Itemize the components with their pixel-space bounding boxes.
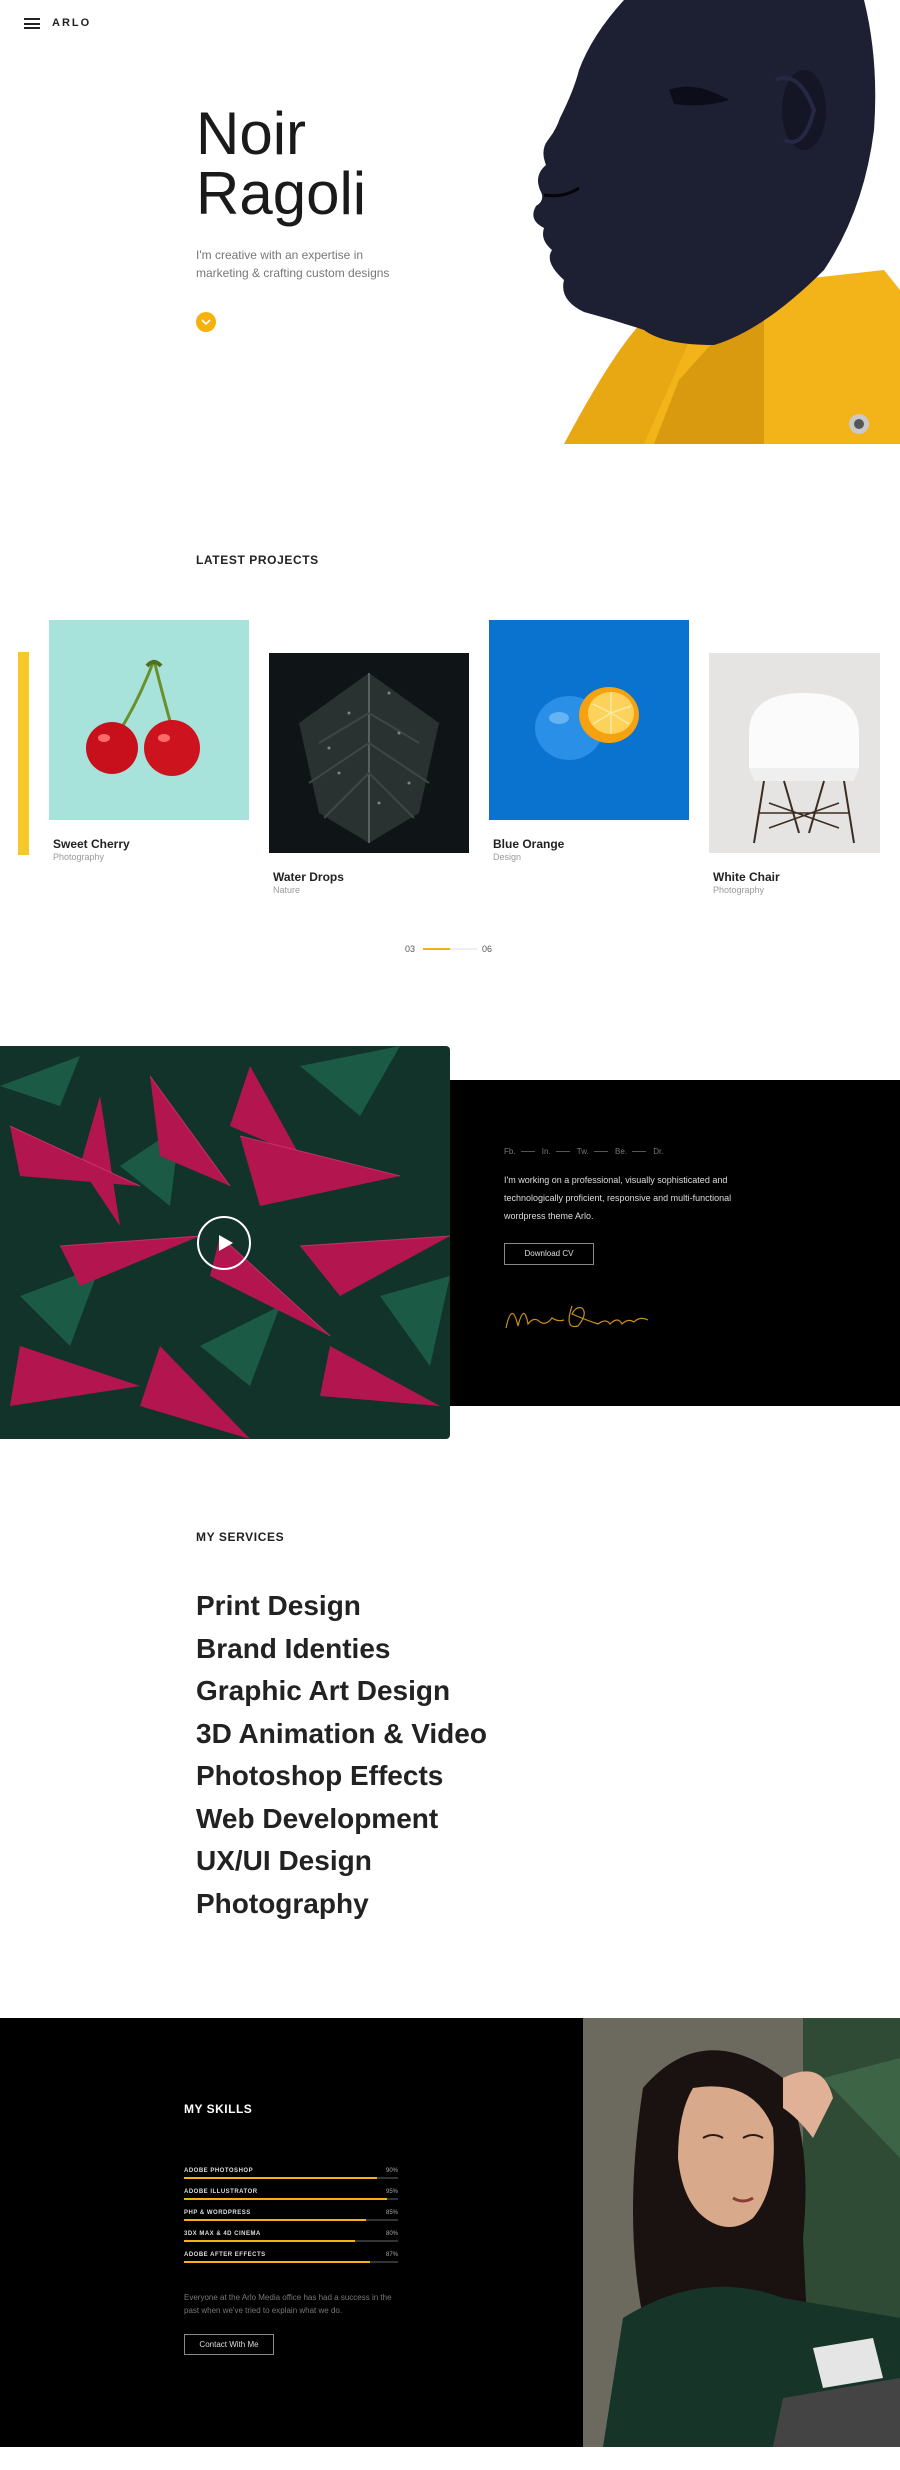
social-link-twitter[interactable]: Tw. bbox=[577, 1147, 589, 1156]
service-item-photography[interactable]: Photography bbox=[196, 1883, 487, 1926]
project-title[interactable]: Sweet Cherry bbox=[53, 837, 130, 851]
skill-row-photoshop: ADOBE PHOTOSHOP 90% bbox=[184, 2168, 398, 2180]
scroll-down-button[interactable] bbox=[196, 312, 216, 332]
project-image-blue-orange[interactable] bbox=[489, 620, 689, 820]
skill-row-3dx-max: 3DX MAX & 4D CINEMA 80% bbox=[184, 2231, 398, 2243]
service-item-print-design[interactable]: Print Design bbox=[196, 1585, 487, 1628]
skill-bar-fill bbox=[184, 2198, 388, 2200]
service-item-graphic-art-design[interactable]: Graphic Art Design bbox=[196, 1670, 487, 1713]
project-image-water-drops[interactable] bbox=[269, 653, 469, 853]
skill-bar-fill bbox=[184, 2177, 377, 2179]
project-category: Design bbox=[493, 852, 522, 862]
pager-progress bbox=[423, 948, 450, 950]
hero-portrait-image bbox=[533, 0, 900, 444]
project-category: Photography bbox=[53, 852, 105, 862]
skills-portrait-image bbox=[583, 2018, 900, 2447]
hero-description: I'm creative with an expertise in market… bbox=[196, 248, 390, 280]
project-title[interactable]: White Chair bbox=[713, 870, 780, 884]
social-link-dribbble[interactable]: Dr. bbox=[653, 1147, 663, 1156]
social-link-facebook[interactable]: Fb. bbox=[504, 1147, 516, 1156]
download-cv-button[interactable]: Download CV bbox=[504, 1243, 594, 1265]
project-title[interactable]: Blue Orange bbox=[493, 837, 564, 851]
project-image-white-chair[interactable] bbox=[709, 653, 880, 853]
contact-with-me-button[interactable]: Contact With Me bbox=[184, 2334, 274, 2355]
skill-row-illustrator: ADOBE ILLUSTRATOR 95% bbox=[184, 2189, 398, 2201]
skill-name: 3DX MAX & 4D CINEMA bbox=[184, 2231, 261, 2237]
service-item-3d-animation-video[interactable]: 3D Animation & Video bbox=[196, 1713, 487, 1756]
skill-bar-fill bbox=[184, 2240, 356, 2242]
pager-total: 06 bbox=[482, 944, 493, 954]
about-text: I'm working on a professional, visually … bbox=[504, 1175, 732, 1221]
service-item-ux-ui-design[interactable]: UX/UI Design bbox=[196, 1840, 487, 1883]
site-logo[interactable]: ARLO bbox=[52, 17, 91, 29]
service-item-web-development[interactable]: Web Development bbox=[196, 1798, 487, 1841]
skills-description: Everyone at the Arlo Media office has ha… bbox=[184, 2293, 392, 2315]
play-video-button[interactable] bbox=[197, 1216, 251, 1270]
skill-percent: 80% bbox=[385, 2231, 398, 2237]
social-link-instagram[interactable]: In. bbox=[542, 1147, 551, 1156]
pager-current: 03 bbox=[405, 944, 416, 954]
project-title[interactable]: Water Drops bbox=[273, 870, 344, 884]
skills-section-title: MY SKILLS bbox=[184, 2102, 253, 2116]
skill-name: ADOBE AFTER EFFECTS bbox=[184, 2252, 266, 2258]
hero-title-first-name: Noir bbox=[196, 100, 307, 167]
skill-bar-fill bbox=[184, 2219, 366, 2221]
skill-name: ADOBE ILLUSTRATOR bbox=[184, 2189, 258, 2195]
slider-accent-bar bbox=[18, 652, 29, 855]
skill-percent: 95% bbox=[385, 2189, 398, 2195]
services-list: Print Design Brand Identies Graphic Art … bbox=[196, 1585, 487, 1925]
project-category: Nature bbox=[273, 885, 301, 895]
skill-percent: 87% bbox=[385, 2252, 398, 2258]
skill-name: PHP & WORDPRESS bbox=[184, 2210, 251, 2216]
chevron-down-icon bbox=[201, 319, 211, 326]
signature-image bbox=[505, 1305, 649, 1329]
project-category: Photography bbox=[713, 885, 765, 895]
skill-row-php-wordpress: PHP & WORDPRESS 85% bbox=[184, 2210, 398, 2222]
project-image-sweet-cherry[interactable] bbox=[49, 620, 249, 820]
service-item-brand-identies[interactable]: Brand Identies bbox=[196, 1628, 487, 1671]
social-links: Fb. In. Tw. Be. Dr. bbox=[504, 1147, 664, 1156]
hero-title: Noir Ragoli bbox=[196, 104, 366, 224]
play-icon bbox=[219, 1235, 233, 1251]
social-link-behance[interactable]: Be. bbox=[615, 1147, 627, 1156]
skill-percent: 85% bbox=[385, 2210, 398, 2216]
services-section-title: MY SERVICES bbox=[196, 1530, 285, 1544]
skill-percent: 90% bbox=[385, 2168, 398, 2174]
projects-section-title: LATEST PROJECTS bbox=[196, 553, 319, 567]
skill-row-after-effects: ADOBE AFTER EFFECTS 87% bbox=[184, 2252, 398, 2264]
hero-title-last-name: Ragoli bbox=[196, 160, 367, 227]
service-item-photoshop-effects[interactable]: Photoshop Effects bbox=[196, 1755, 487, 1798]
hamburger-menu-icon[interactable] bbox=[24, 18, 40, 29]
skill-bar-fill bbox=[184, 2261, 371, 2263]
skill-name: ADOBE PHOTOSHOP bbox=[184, 2168, 254, 2174]
